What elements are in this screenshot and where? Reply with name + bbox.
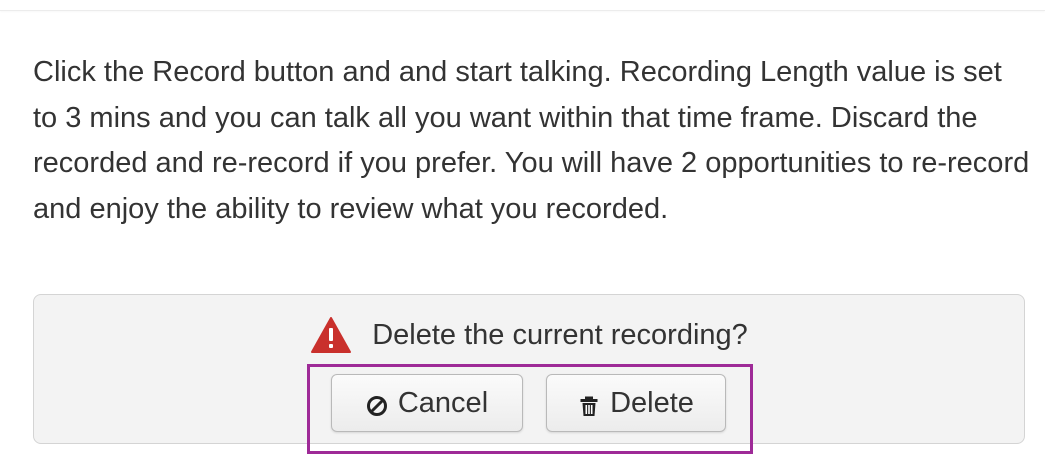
warning-triangle-icon — [310, 316, 352, 354]
recording-instructions: Click the Record button and and start ta… — [33, 56, 1030, 225]
cancel-button-label: Cancel — [397, 386, 489, 419]
delete-prompt-row: Delete the current recording? — [34, 313, 1024, 357]
delete-button[interactable]: Delete — [546, 374, 726, 432]
top-divider — [0, 0, 1045, 11]
trash-icon — [578, 392, 600, 416]
cancel-button[interactable]: Cancel — [331, 374, 523, 432]
ban-icon — [366, 392, 388, 416]
delete-button-label: Delete — [610, 386, 694, 419]
delete-confirmation-panel: Delete the current recording? — [33, 294, 1025, 444]
delete-prompt-text: Delete the current recording? — [372, 318, 748, 351]
